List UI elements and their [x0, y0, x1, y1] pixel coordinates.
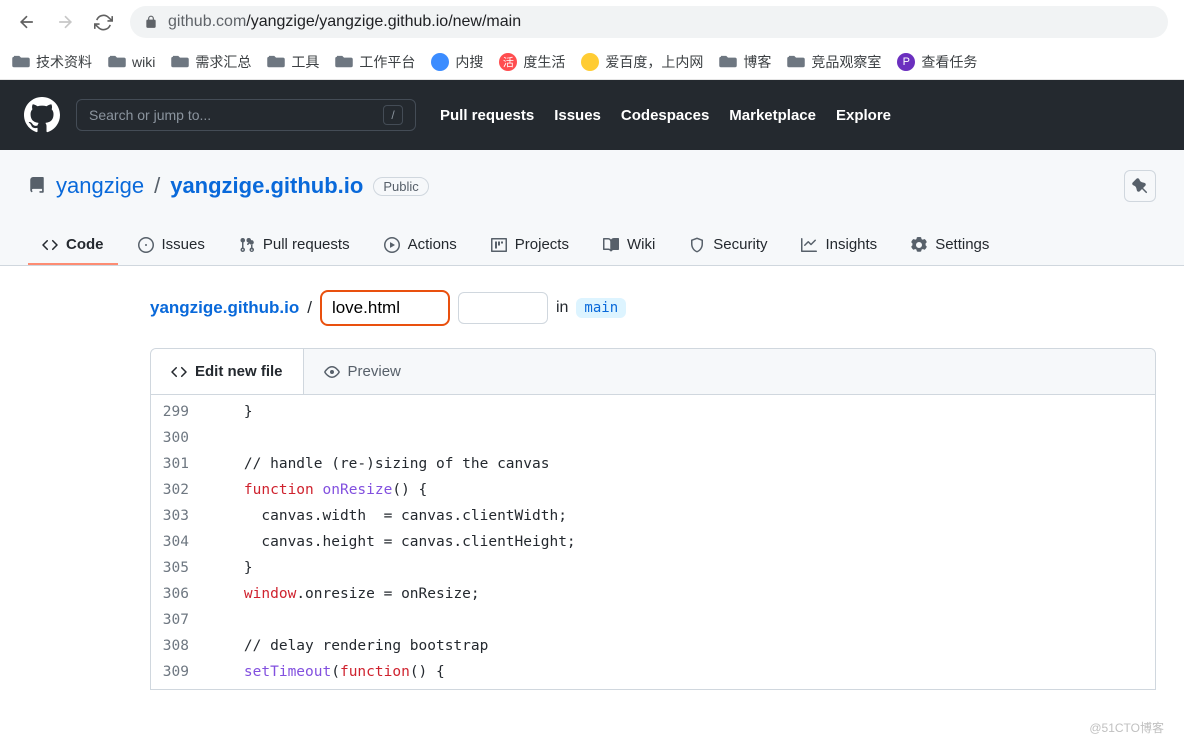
code-line: 302 function onResize() { — [151, 477, 1155, 503]
code-line: 303 canvas.width = canvas.clientWidth; — [151, 503, 1155, 529]
file-path-row: yangzige.github.io / in main — [150, 290, 1156, 326]
branch-chip: main — [576, 298, 626, 318]
code-line: 301 // handle (re-)sizing of the canvas — [151, 451, 1155, 477]
github-nav-link[interactable]: Issues — [554, 107, 601, 124]
code-line: 299 } — [151, 399, 1155, 425]
repo-tab-wiki[interactable]: Wiki — [589, 226, 669, 265]
github-nav-link[interactable]: Codespaces — [621, 107, 709, 124]
lock-icon — [144, 15, 158, 29]
watermark: @51CTO博客 — [1089, 719, 1164, 736]
repo-tab-actions[interactable]: Actions — [370, 226, 471, 265]
search-placeholder: Search or jump to... — [89, 107, 211, 123]
editor-container: Edit new file Preview 299 }300301 // han… — [150, 348, 1156, 690]
repo-header: yangzige / yangzige.github.io Public Cod… — [0, 150, 1184, 266]
eye-icon — [324, 364, 340, 380]
bookmark-item[interactable]: 工作平台 — [335, 52, 415, 72]
main-content: yangzige.github.io / in main Edit new fi… — [0, 266, 1184, 690]
path-separator: / — [154, 173, 160, 199]
github-logo-icon[interactable] — [24, 97, 60, 133]
code-line: 309 setTimeout(function() { — [151, 659, 1155, 685]
repo-tab-pull-requests[interactable]: Pull requests — [225, 226, 364, 265]
breadcrumb-repo[interactable]: yangzige.github.io — [150, 298, 299, 318]
tab-preview[interactable]: Preview — [304, 349, 421, 394]
tab-edit-label: Edit new file — [195, 363, 283, 380]
code-icon — [171, 364, 187, 380]
code-line: 304 canvas.height = canvas.clientHeight; — [151, 529, 1155, 555]
bookmark-item[interactable]: 需求汇总 — [171, 52, 251, 72]
repo-tabs: CodeIssuesPull requestsActionsProjectsWi… — [28, 226, 1156, 265]
repo-tab-code[interactable]: Code — [28, 226, 118, 265]
repo-name-link[interactable]: yangzige.github.io — [170, 173, 363, 199]
repo-icon — [28, 177, 46, 195]
extra-input-box[interactable] — [458, 292, 548, 324]
reload-icon[interactable] — [92, 11, 114, 33]
visibility-badge: Public — [373, 177, 428, 196]
tab-edit-file[interactable]: Edit new file — [151, 349, 304, 394]
github-top-nav: Pull requests Issues Codespaces Marketplace… — [440, 107, 891, 124]
bookmark-item[interactable]: wiki — [108, 54, 155, 70]
repo-tab-security[interactable]: Security — [675, 226, 781, 265]
in-label: in — [556, 299, 568, 317]
forward-icon — [54, 11, 76, 33]
github-search[interactable]: Search or jump to... / — [76, 99, 416, 131]
bookmarks-bar: 技术资料 wiki 需求汇总工具工作平台内搜活度生活爱百度，上内网博客竞品观察室 P查… — [0, 44, 1184, 80]
repo-owner-link[interactable]: yangzige — [56, 173, 144, 199]
repo-tab-projects[interactable]: Projects — [477, 226, 583, 265]
repo-tab-issues[interactable]: Issues — [124, 226, 219, 265]
repo-tab-insights[interactable]: Insights — [787, 226, 891, 265]
url-text: github.com/yangzige/yangzige.github.io/n… — [168, 13, 521, 31]
bookmark-item[interactable]: 内搜 — [431, 52, 483, 72]
code-line: 300 — [151, 425, 1155, 451]
code-line: 308 // delay rendering bootstrap — [151, 633, 1155, 659]
bookmark-item[interactable]: 竞品观察室 — [787, 52, 881, 72]
tab-preview-label: Preview — [348, 363, 401, 380]
browser-toolbar: github.com/yangzige/yangzige.github.io/n… — [0, 0, 1184, 44]
slash-key-icon: / — [383, 105, 403, 125]
code-line: 307 — [151, 607, 1155, 633]
github-header: Search or jump to... / Pull requests Issu… — [0, 80, 1184, 150]
github-nav-link[interactable]: Marketplace — [729, 107, 816, 124]
bookmark-item[interactable]: 工具 — [267, 52, 319, 72]
bookmark-item[interactable]: P查看任务 — [897, 52, 977, 72]
bookmark-item[interactable]: 博客 — [719, 52, 771, 72]
code-editor[interactable]: 299 }300301 // handle (re-)sizing of the… — [151, 395, 1155, 689]
breadcrumb-separator: / — [307, 298, 312, 318]
code-line: 305 } — [151, 555, 1155, 581]
bookmark-item[interactable]: 活度生活 — [499, 52, 565, 72]
filename-input[interactable] — [320, 290, 450, 326]
address-bar[interactable]: github.com/yangzige/yangzige.github.io/n… — [130, 6, 1168, 38]
bookmark-item[interactable]: 技术资料 — [12, 52, 92, 72]
bookmark-item[interactable]: 爱百度，上内网 — [581, 52, 703, 72]
repo-tab-settings[interactable]: Settings — [897, 226, 1003, 265]
pin-button[interactable] — [1124, 170, 1156, 202]
editor-tabs: Edit new file Preview — [151, 349, 1155, 395]
github-nav-link[interactable]: Pull requests — [440, 107, 534, 124]
github-nav-link[interactable]: Explore — [836, 107, 891, 124]
back-icon[interactable] — [16, 11, 38, 33]
code-line: 306 window.onresize = onResize; — [151, 581, 1155, 607]
